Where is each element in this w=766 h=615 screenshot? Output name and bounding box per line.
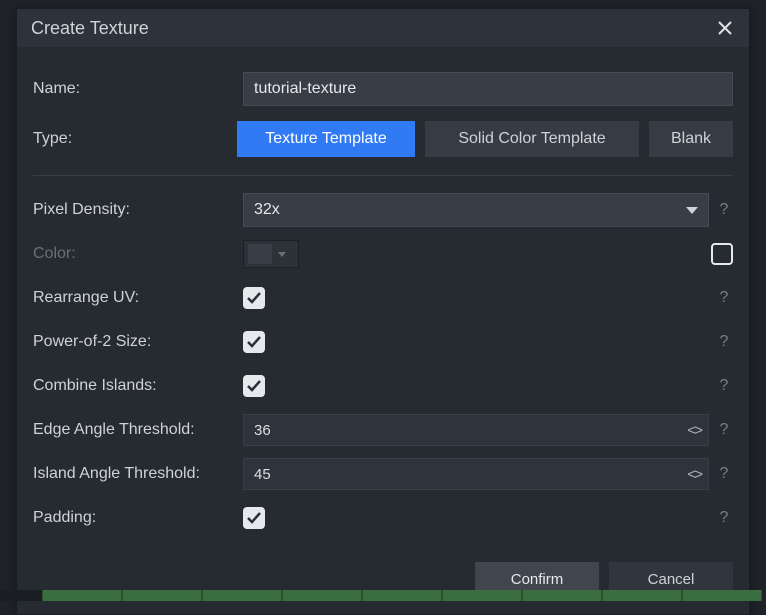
color-row: Color: [33,232,733,276]
edge-angle-threshold-input[interactable]: < > [243,414,709,446]
dialog-title: Create Texture [31,18,715,39]
help-icon[interactable]: ? [715,333,733,351]
power-of-2-label: Power-of-2 Size: [33,333,243,351]
help-icon[interactable]: ? [715,465,733,483]
combine-islands-row: Combine Islands: ? [33,364,733,408]
background-strip [0,590,766,601]
check-icon [247,336,261,348]
chevron-down-icon [686,207,698,214]
dialog-titlebar: Create Texture [17,9,749,47]
power-of-2-row: Power-of-2 Size: ? [33,320,733,364]
island-angle-threshold-input[interactable]: < > [243,458,709,490]
help-icon[interactable]: ? [715,377,733,395]
number-stepper-icon[interactable]: < > [687,422,700,439]
number-stepper-icon[interactable]: < > [687,466,700,483]
help-icon[interactable]: ? [715,201,733,219]
help-icon[interactable]: ? [715,509,733,527]
type-button-group: Texture Template Solid Color Template Bl… [237,121,733,157]
island-angle-threshold-label: Island Angle Threshold: [33,465,243,483]
type-label: Type: [33,130,237,148]
padding-checkbox[interactable] [243,507,265,529]
type-solid-color-template-button[interactable]: Solid Color Template [425,121,639,157]
type-texture-template-button[interactable]: Texture Template [237,121,415,157]
rearrange-uv-checkbox[interactable] [243,287,265,309]
color-enable-checkbox[interactable] [711,243,733,265]
edge-angle-threshold-row: Edge Angle Threshold: < > ? [33,408,733,452]
edge-angle-threshold-value[interactable] [254,422,687,439]
name-label: Name: [33,80,243,98]
pixel-density-select[interactable]: 32x [243,193,709,227]
color-swatch [248,244,272,264]
color-label: Color: [33,245,243,263]
color-picker[interactable] [243,240,299,268]
close-icon[interactable] [715,18,735,38]
combine-islands-checkbox[interactable] [243,375,265,397]
edge-angle-threshold-label: Edge Angle Threshold: [33,421,243,439]
type-blank-button[interactable]: Blank [649,121,733,157]
padding-label: Padding: [33,509,243,527]
island-angle-threshold-row: Island Angle Threshold: < > ? [33,452,733,496]
rearrange-uv-label: Rearrange UV: [33,289,243,307]
power-of-2-checkbox[interactable] [243,331,265,353]
name-input[interactable] [243,72,733,106]
create-texture-dialog: Create Texture Name: Type: Texture Templ… [16,8,750,615]
pixel-density-label: Pixel Density: [33,201,243,219]
pixel-density-value: 32x [254,201,686,219]
check-icon [247,292,261,304]
padding-row: Padding: ? [33,496,733,540]
combine-islands-label: Combine Islands: [33,377,243,395]
help-icon[interactable]: ? [715,421,733,439]
section-divider [33,175,733,176]
island-angle-threshold-value[interactable] [254,466,687,483]
chevron-down-icon [278,252,286,257]
type-row: Type: Texture Template Solid Color Templ… [33,117,733,161]
dialog-content: Name: Type: Texture Template Solid Color… [17,47,749,614]
name-row: Name: [33,67,733,111]
check-icon [247,380,261,392]
help-icon[interactable]: ? [715,289,733,307]
check-icon [247,512,261,524]
pixel-density-row: Pixel Density: 32x ? [33,188,733,232]
rearrange-uv-row: Rearrange UV: ? [33,276,733,320]
